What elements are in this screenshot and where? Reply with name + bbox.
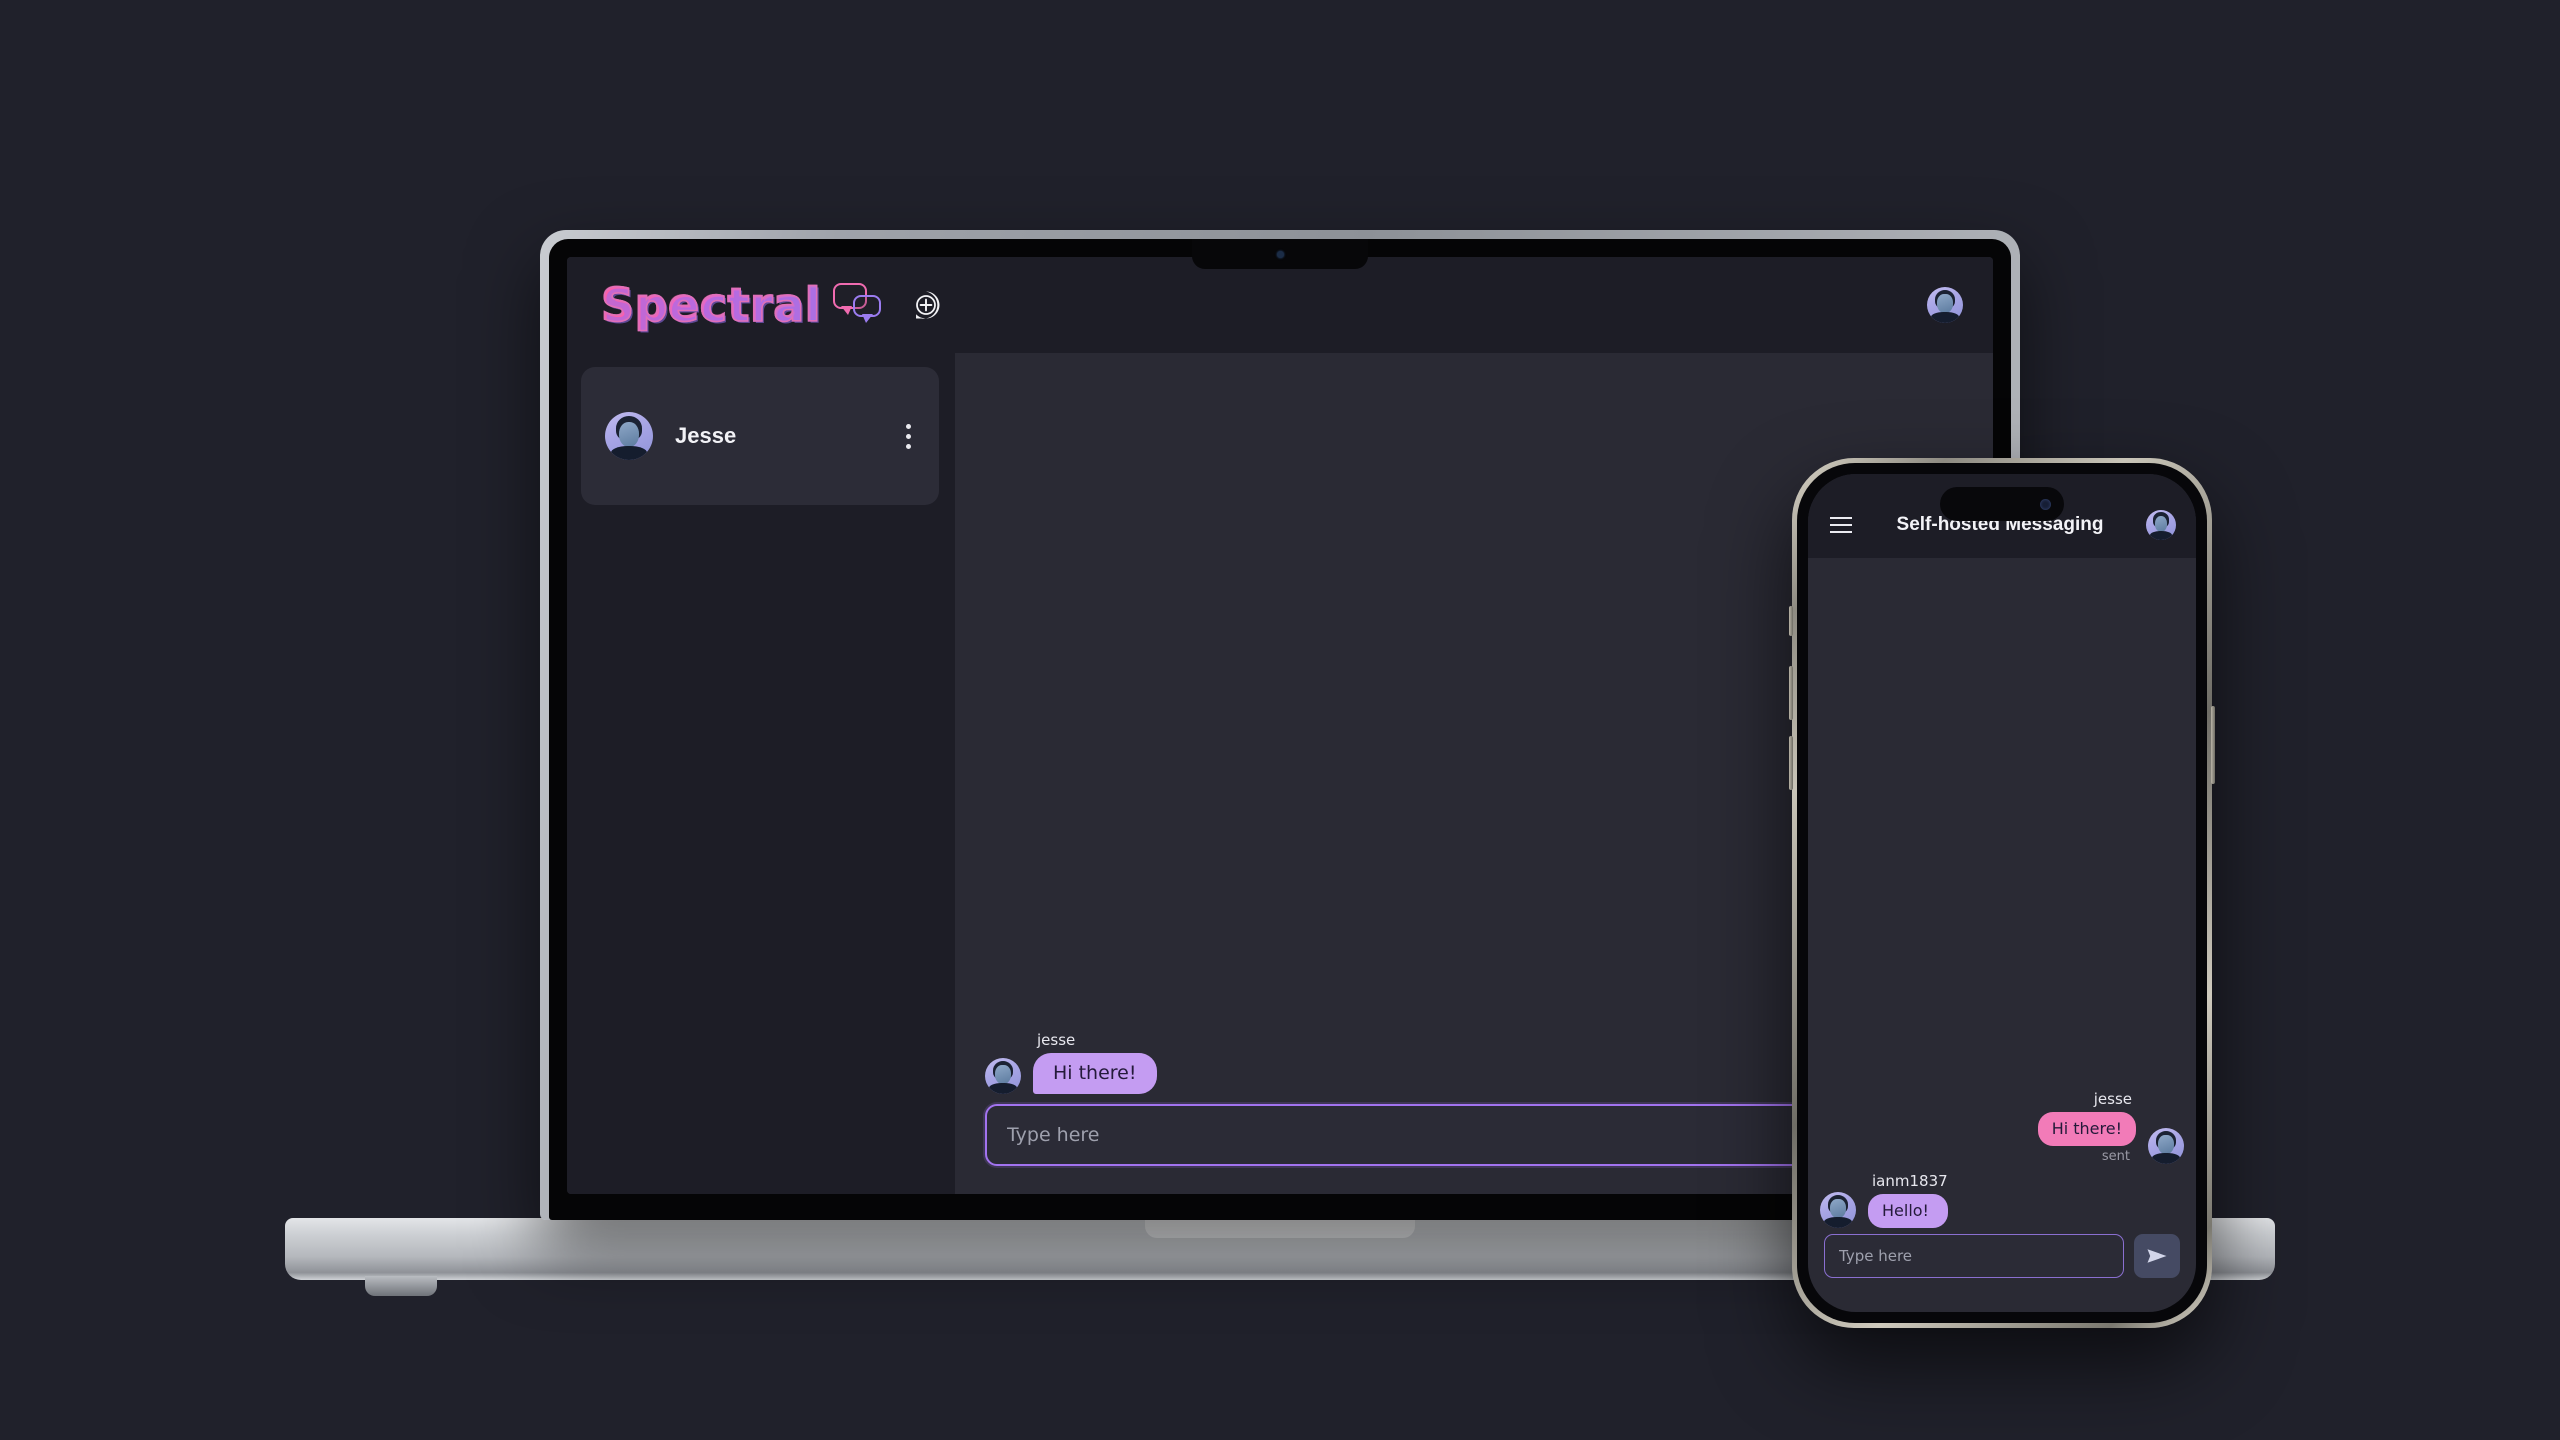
message-avatar bbox=[2148, 1128, 2184, 1164]
message-column: ianm1837 Hello! bbox=[1868, 1172, 1948, 1228]
phone-power-button[interactable] bbox=[2211, 706, 2215, 784]
account-avatar[interactable] bbox=[1927, 287, 1963, 323]
message-bubble: Hello! bbox=[1868, 1194, 1948, 1228]
laptop-camera-icon bbox=[1276, 250, 1284, 258]
phone-inner-bezel: Self-hosted Messaging jesse Hi there! se… bbox=[1797, 463, 2207, 1323]
app-body: Jesse jesse Hi there! Type here bbox=[567, 353, 1993, 1194]
conversation-avatar bbox=[605, 412, 653, 460]
message-bubble: Hi there! bbox=[1033, 1053, 1157, 1094]
hamburger-menu-icon[interactable] bbox=[1828, 513, 1854, 537]
mobile-app-screen: Self-hosted Messaging jesse Hi there! se… bbox=[1808, 474, 2196, 1312]
message-avatar bbox=[1820, 1192, 1856, 1228]
conversation-name: Jesse bbox=[675, 423, 737, 448]
conversations-sidebar: Jesse bbox=[567, 353, 955, 1194]
message-row: ianm1837 Hello! bbox=[1820, 1172, 2184, 1228]
phone-silent-switch[interactable] bbox=[1789, 606, 1793, 636]
message-avatar bbox=[985, 1058, 1021, 1094]
app-logo: Spectral bbox=[600, 277, 887, 333]
page-root: Spectral Jesse jesse Hi there! Type here… bbox=[0, 0, 2560, 1440]
laptop-foot bbox=[365, 1276, 437, 1296]
mobile-account-avatar[interactable] bbox=[2146, 510, 2176, 540]
laptop-notch bbox=[1192, 239, 1368, 269]
message-status: sent bbox=[2101, 1149, 2130, 1164]
phone-dynamic-island bbox=[1940, 487, 2064, 521]
message-column: jesse Hi there! bbox=[1033, 1031, 1157, 1094]
phone-volume-down-button[interactable] bbox=[1789, 736, 1793, 790]
message-username: jesse bbox=[1037, 1031, 1076, 1049]
message-row: jesse Hi there! sent bbox=[1820, 1090, 2184, 1164]
desktop-app-screen: Spectral Jesse jesse Hi there! Type here bbox=[567, 257, 1993, 1194]
new-chat-plus-icon[interactable] bbox=[909, 288, 943, 322]
message-column: jesse Hi there! sent bbox=[2037, 1090, 2136, 1164]
mobile-message-composer bbox=[1808, 1234, 2196, 1312]
phone-frame: Self-hosted Messaging jesse Hi there! se… bbox=[1789, 458, 2215, 1328]
message-bubble: Hi there! bbox=[2037, 1112, 2136, 1146]
phone-camera-icon bbox=[2040, 498, 2051, 510]
kebab-menu-icon[interactable] bbox=[900, 418, 917, 455]
message-username: ianm1837 bbox=[1872, 1172, 1948, 1190]
mobile-message-input[interactable] bbox=[1824, 1234, 2124, 1278]
message-username: jesse bbox=[2093, 1090, 2132, 1108]
chat-bubbles-icon bbox=[833, 281, 887, 329]
phone-device-mockup: Self-hosted Messaging jesse Hi there! se… bbox=[1789, 458, 2215, 1328]
app-logo-text: Spectral bbox=[600, 277, 822, 333]
app-header: Spectral bbox=[567, 257, 1993, 353]
send-paper-plane-icon[interactable] bbox=[2134, 1234, 2180, 1278]
phone-volume-up-button[interactable] bbox=[1789, 666, 1793, 720]
conversation-list-item[interactable]: Jesse bbox=[581, 367, 939, 505]
mobile-message-list: jesse Hi there! sent ianm1837 Hello! bbox=[1808, 558, 2196, 1234]
